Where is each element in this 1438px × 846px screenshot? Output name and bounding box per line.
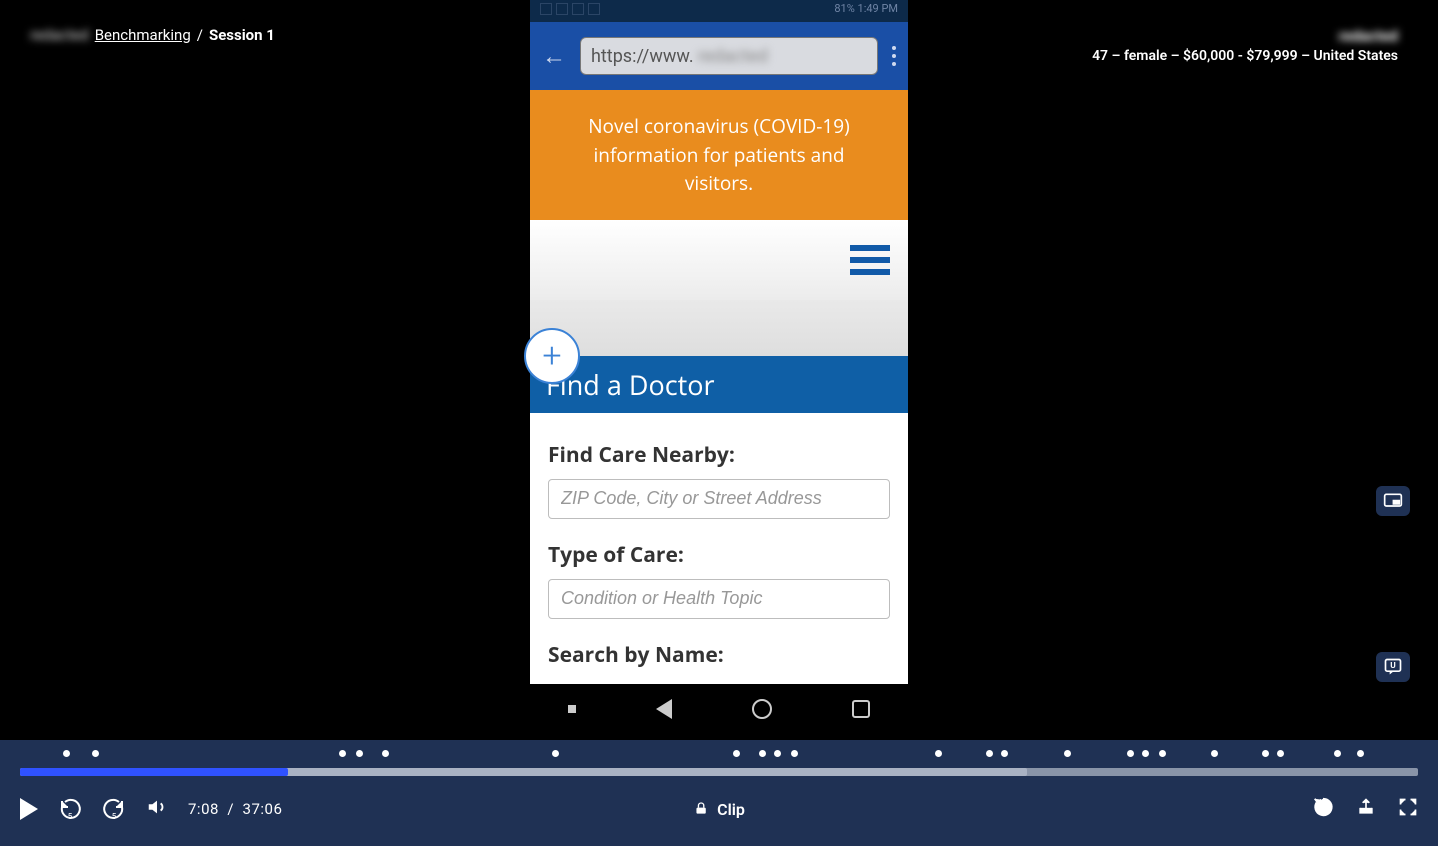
participant-country: United States xyxy=(1314,48,1398,64)
input-location[interactable] xyxy=(548,479,890,519)
breadcrumb-current-session: Session 1 xyxy=(209,26,275,44)
fullscreen-button[interactable] xyxy=(1398,797,1418,821)
timeline-marker[interactable] xyxy=(1262,750,1269,757)
breadcrumb: redacted Benchmarking / Session 1 xyxy=(30,26,275,44)
clip-button[interactable]: Clip xyxy=(693,800,745,819)
find-a-doctor-heading: Find a Doctor xyxy=(530,356,908,413)
url-blurred-remainder: redacted xyxy=(698,46,768,67)
progress-bar[interactable] xyxy=(20,768,1418,776)
participant-name-blurred: redacted xyxy=(1339,26,1398,46)
progress-played xyxy=(20,768,288,776)
site-subheader: + xyxy=(530,300,908,356)
label-type-of-care: Type of Care: xyxy=(548,541,890,569)
plus-icon[interactable]: + xyxy=(524,328,580,384)
timeline-marker[interactable] xyxy=(382,750,389,757)
time-display: 7:08 / 37:06 xyxy=(188,800,282,818)
duration: 37:06 xyxy=(243,800,283,818)
timeline-marker[interactable] xyxy=(986,750,993,757)
svg-text:U: U xyxy=(1390,661,1396,671)
status-battery: 81% xyxy=(834,2,854,15)
covid-banner[interactable]: Novel coronavirus (COVID-19) information… xyxy=(530,90,908,220)
covid-banner-text: Novel coronavirus (COVID-19) information… xyxy=(588,113,849,196)
svg-text:5: 5 xyxy=(112,812,117,821)
timeline-marker[interactable] xyxy=(1064,750,1071,757)
timeline-marker[interactable] xyxy=(63,750,70,757)
label-location: Find Care Nearby: xyxy=(548,441,890,469)
timeline-marker[interactable] xyxy=(774,750,781,757)
volume-button[interactable] xyxy=(146,796,168,822)
video-player-bar: 5 5 7:08 / 37:06 Clip xyxy=(0,740,1438,846)
hamburger-menu-icon[interactable] xyxy=(850,245,890,275)
status-clock: 1:49 PM xyxy=(858,2,898,15)
nav-back-icon[interactable] xyxy=(656,699,672,719)
rotate-button[interactable] xyxy=(1312,796,1334,822)
participant-info: redacted 47 – female – $60,000 - $79,999… xyxy=(1092,26,1398,66)
android-status-bar: 81% 1:49 PM xyxy=(530,0,908,22)
site-topbar xyxy=(530,220,908,300)
picture-in-picture-button[interactable] xyxy=(1376,486,1410,516)
share-button[interactable] xyxy=(1356,797,1376,821)
browser-url-field[interactable]: https://www. redacted xyxy=(580,37,878,75)
url-visible-prefix: https://www. xyxy=(591,46,694,67)
timeline-marker[interactable] xyxy=(759,750,766,757)
breadcrumb-link-benchmarking[interactable]: Benchmarking xyxy=(95,26,191,44)
timeline-marker[interactable] xyxy=(1127,750,1134,757)
timeline-marker[interactable] xyxy=(1334,750,1341,757)
status-right: 81% 1:49 PM xyxy=(834,2,898,15)
nav-recents-icon[interactable] xyxy=(852,700,870,718)
timeline-marker[interactable] xyxy=(1159,750,1166,757)
svg-text:5: 5 xyxy=(68,812,73,821)
timeline-marker[interactable] xyxy=(1142,750,1149,757)
timeline-marker[interactable] xyxy=(92,750,99,757)
forward-5-button[interactable]: 5 xyxy=(102,797,126,821)
breadcrumb-separator: / xyxy=(197,26,203,44)
current-time: 7:08 xyxy=(188,800,219,818)
input-type-of-care[interactable] xyxy=(548,579,890,619)
android-nav-bar xyxy=(530,684,908,734)
timeline-markers[interactable] xyxy=(0,746,1438,764)
nav-home-icon[interactable] xyxy=(752,699,772,719)
timeline-marker[interactable] xyxy=(1001,750,1008,757)
nav-assistant-icon[interactable] xyxy=(568,705,576,713)
feedback-button[interactable]: U xyxy=(1376,652,1410,682)
browser-back-button[interactable]: ← xyxy=(542,42,566,71)
browser-toolbar: ← https://www. redacted xyxy=(530,22,908,90)
timeline-marker[interactable] xyxy=(1357,750,1364,757)
timeline-marker[interactable] xyxy=(552,750,559,757)
label-search-by-name: Search by Name: xyxy=(548,641,890,669)
participant-income: $60,000 - $79,999 xyxy=(1183,48,1298,64)
participant-gender: female xyxy=(1124,48,1167,64)
timeline-marker[interactable] xyxy=(356,750,363,757)
participant-demographics: 47 – female – $60,000 - $79,999 – United… xyxy=(1092,47,1398,66)
status-notification-icons xyxy=(540,3,600,15)
timeline-marker[interactable] xyxy=(1277,750,1284,757)
breadcrumb-prefix-blurred: redacted xyxy=(30,26,89,44)
timeline-marker[interactable] xyxy=(733,750,740,757)
clip-label: Clip xyxy=(717,800,745,819)
participant-age: 47 xyxy=(1092,48,1108,64)
browser-menu-button[interactable] xyxy=(892,46,896,66)
rewind-5-button[interactable]: 5 xyxy=(58,797,82,821)
timeline-marker[interactable] xyxy=(339,750,346,757)
timeline-marker[interactable] xyxy=(791,750,798,757)
play-button[interactable] xyxy=(20,798,38,820)
device-recording: 81% 1:49 PM ← https://www. redacted Nove… xyxy=(530,0,908,734)
player-controls: 5 5 7:08 / 37:06 Clip xyxy=(0,776,1438,842)
timeline-marker[interactable] xyxy=(935,750,942,757)
timeline-marker[interactable] xyxy=(1211,750,1218,757)
find-doctor-form: Find Care Nearby: Type of Care: Search b… xyxy=(530,413,908,685)
